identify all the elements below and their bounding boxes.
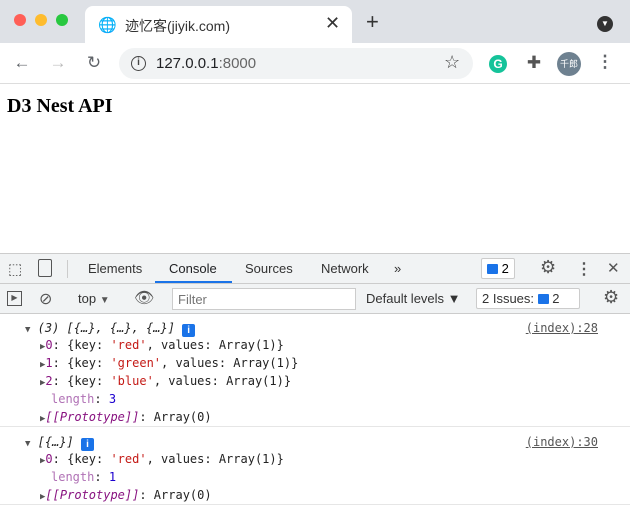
item-key: 'red' (110, 452, 147, 466)
console-toolbar: ▶ ⊘ top ▼ 👁 Default levels ▼ 2 Issues: 2… (0, 284, 630, 314)
tab-console[interactable]: Console (169, 261, 217, 276)
toolbar: ← → ↻ i 127.0.0.1:8000 ☆ G ✚ 千郎 ⋮ (0, 43, 630, 84)
item-values: values: Array(1)} (175, 356, 299, 370)
log-levels-select[interactable]: Default levels ▼ (366, 291, 461, 306)
close-tab-icon[interactable]: ✕ (325, 13, 340, 34)
item-index: 0 (45, 338, 53, 352)
tab-sources[interactable]: Sources (245, 261, 293, 276)
messages-badge[interactable]: 2 (481, 258, 515, 279)
length-property: length: 1 (51, 470, 117, 484)
prototype-value: : Array(0) (139, 488, 212, 502)
tab-network[interactable]: Network (321, 261, 369, 276)
tab-title: 迹忆客(jiyik.com) (125, 18, 230, 34)
array-item[interactable]: ▶1: {key: 'green', values: Array(1)} (40, 354, 298, 372)
array-item[interactable]: ▶2: {key: 'blue', values: Array(1)} (40, 372, 291, 390)
length-value: 1 (108, 470, 117, 484)
clear-console-icon[interactable]: ⊘ (39, 289, 52, 309)
context-value: top (78, 291, 97, 306)
console-settings-gear-icon[interactable]: ⚙ (603, 287, 619, 308)
avatar[interactable]: 千郎 (557, 52, 581, 76)
source-link[interactable]: (index):28 (526, 319, 598, 337)
array-summary: (3) [{…}, {…}, {…}] (37, 321, 175, 335)
devtools-menu-icon[interactable]: ⋮ (576, 259, 592, 279)
forward-icon[interactable]: → (47, 53, 69, 73)
issues-button[interactable]: 2 Issues: 2 (476, 288, 580, 309)
issue-icon (537, 294, 549, 304)
length-property: length: 3 (51, 392, 117, 406)
back-icon[interactable]: ← (11, 53, 33, 73)
divider (0, 426, 630, 427)
array-summary: [{…}] (37, 435, 74, 449)
device-toolbar-icon[interactable] (38, 259, 52, 277)
browser-tab[interactable]: 🌐 迹忆客(jiyik.com) ✕ (85, 6, 352, 43)
prototype-label: [[Prototype]] (45, 410, 140, 424)
item-index: 0 (45, 452, 53, 466)
close-window-button[interactable] (14, 14, 26, 26)
more-tabs-button[interactable]: » (394, 261, 401, 276)
new-tab-button[interactable]: + (366, 9, 379, 35)
inspect-element-icon[interactable]: ⬚ (8, 260, 22, 278)
tab-elements[interactable]: Elements (88, 261, 142, 276)
address-bar[interactable]: i 127.0.0.1:8000 ☆ (119, 48, 473, 79)
menu-kebab-icon[interactable]: ⋮ (594, 52, 616, 72)
close-devtools-icon[interactable]: ✕ (607, 259, 620, 277)
maximize-window-button[interactable] (56, 14, 68, 26)
item-index: 2 (45, 374, 53, 388)
url-text: 127.0.0.1:8000 (156, 55, 256, 72)
item-values: values: Array(1)} (168, 374, 292, 388)
divider (0, 504, 630, 505)
log-entry-summary[interactable]: ▼ [{…}] i (25, 433, 95, 451)
devtools-tabbar: ⬚ Elements Console Sources Network » 2 ⚙… (0, 254, 630, 284)
url-port: :8000 (218, 55, 257, 72)
prototype-row[interactable]: ▶[[Prototype]]: Array(0) (40, 486, 212, 504)
tab-search-icon[interactable]: ▼ (597, 16, 613, 32)
prototype-label: [[Prototype]] (45, 488, 140, 502)
page-title: D3 Nest API (7, 95, 113, 117)
divider (67, 260, 68, 278)
length-value: 3 (108, 392, 117, 406)
settings-gear-icon[interactable]: ⚙ (540, 257, 556, 278)
expand-triangle-icon[interactable]: ▼ (25, 439, 30, 449)
context-select[interactable]: top ▼ (78, 291, 110, 306)
item-key: 'blue' (110, 374, 154, 388)
filter-input[interactable] (172, 288, 356, 310)
item-values: values: Array(1)} (161, 452, 284, 466)
log-entry-summary[interactable]: ▼ (3) [{…}, {…}, {…}] i (25, 319, 196, 337)
reload-icon[interactable]: ↻ (83, 53, 105, 73)
prototype-row[interactable]: ▶[[Prototype]]: Array(0) (40, 408, 212, 426)
item-key: 'green' (110, 356, 162, 370)
bookmark-star-icon[interactable]: ☆ (444, 52, 460, 73)
array-item[interactable]: ▶0: {key: 'red', values: Array(1)} (40, 450, 284, 468)
prototype-value: : Array(0) (139, 410, 212, 424)
item-key: 'red' (110, 338, 147, 352)
info-icon[interactable]: i (131, 56, 146, 71)
url-host: 127.0.0.1 (156, 55, 219, 72)
extensions-puzzle-icon[interactable]: ✚ (523, 53, 545, 73)
globe-icon: 🌐 (98, 17, 117, 34)
tab-bar: 🌐 迹忆客(jiyik.com) ✕ + ▼ (0, 0, 630, 43)
item-index: 1 (45, 356, 53, 370)
expand-triangle-icon[interactable]: ▼ (25, 325, 30, 335)
item-values: values: Array(1)} (161, 338, 284, 352)
sidebar-toggle-icon[interactable]: ▶ (7, 291, 22, 306)
devtools-panel: ⬚ Elements Console Sources Network » 2 ⚙… (0, 253, 630, 512)
active-tab-indicator (155, 281, 232, 283)
array-item[interactable]: ▶0: {key: 'red', values: Array(1)} (40, 336, 284, 354)
message-count: 2 (501, 261, 509, 276)
issues-count: 2 (552, 291, 560, 306)
live-expression-eye-icon[interactable]: 👁 (134, 288, 154, 308)
grammarly-icon[interactable]: G (489, 55, 507, 73)
message-icon (487, 264, 498, 274)
source-link[interactable]: (index):30 (526, 433, 598, 451)
minimize-window-button[interactable] (35, 14, 47, 26)
issues-label: 2 Issues: (482, 291, 535, 306)
